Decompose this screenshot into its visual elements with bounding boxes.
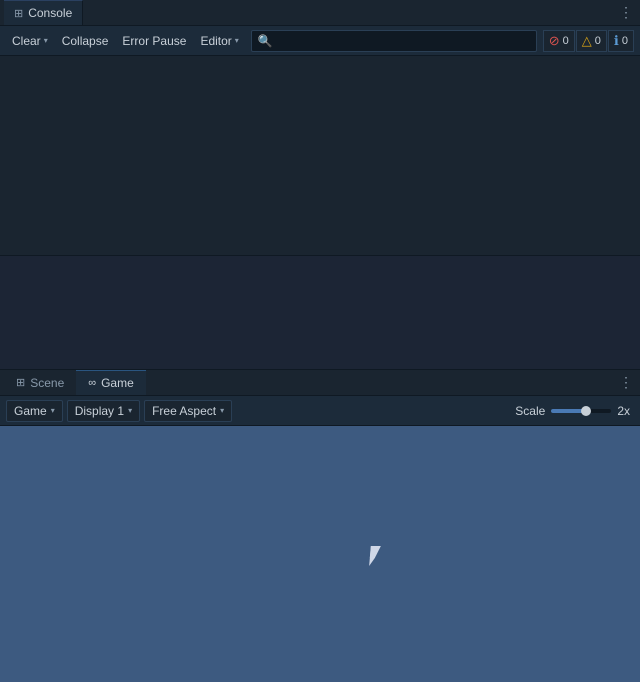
error-count: 0	[563, 35, 569, 47]
editor-button[interactable]: Editor ▾	[194, 30, 244, 52]
scale-slider[interactable]	[551, 409, 611, 413]
scale-text: Scale	[515, 404, 545, 418]
search-input[interactable]	[277, 34, 530, 48]
aspect-label: Free Aspect	[152, 404, 216, 418]
badge-group: ⊘ 0 △ 0 ℹ 0	[543, 30, 634, 52]
search-box[interactable]: 🔍	[251, 30, 537, 52]
console-tab-label: Console	[28, 6, 72, 20]
editor-dropdown-arrow: ▾	[235, 36, 239, 45]
mouse-cursor	[370, 546, 386, 566]
console-more-button[interactable]: ⋮	[616, 3, 636, 23]
aspect-dropdown-arrow: ▾	[220, 406, 224, 415]
warn-count: 0	[595, 35, 601, 47]
scene-tab[interactable]: ⊞ Scene	[4, 370, 76, 395]
game-scene-panel: ⊞ Scene ∞ Game ⋮ Game ▾ Display 1 ▾ Free…	[0, 370, 640, 682]
clear-button[interactable]: Clear ▾	[6, 30, 54, 52]
game-tab[interactable]: ∞ Game	[76, 370, 146, 395]
game-tab-label: Game	[101, 376, 134, 390]
game-label: Game	[14, 404, 47, 418]
panel-tab-bar: ⊞ Scene ∞ Game ⋮	[0, 370, 640, 396]
console-panel: ⊞ Console ⋮ Clear ▾ Collapse Error Pause…	[0, 0, 640, 370]
console-content	[0, 56, 640, 369]
game-toolbar: Game ▾ Display 1 ▾ Free Aspect ▾ Scale 2…	[0, 396, 640, 426]
console-upper-area	[0, 56, 640, 256]
console-toolbar: Clear ▾ Collapse Error Pause Editor ▾ 🔍 …	[0, 26, 640, 56]
game-viewport	[0, 426, 640, 682]
game-dropdown[interactable]: Game ▾	[6, 400, 63, 422]
warn-icon: △	[582, 33, 592, 49]
console-tab-bar: ⊞ Console ⋮	[0, 0, 640, 26]
error-pause-button[interactable]: Error Pause	[116, 30, 192, 52]
game-dropdown-arrow: ▾	[51, 406, 55, 415]
display-label: Display 1	[75, 404, 124, 418]
scene-grid-icon: ⊞	[16, 376, 25, 389]
info-icon: ℹ	[614, 33, 619, 49]
display-dropdown[interactable]: Display 1 ▾	[67, 400, 140, 422]
error-icon: ⊘	[549, 33, 560, 49]
scale-value: 2x	[617, 404, 630, 418]
scene-tab-label: Scene	[30, 376, 64, 390]
clear-dropdown-arrow: ▾	[44, 36, 48, 45]
info-badge-button[interactable]: ℹ 0	[608, 30, 634, 52]
search-icon: 🔍	[258, 34, 273, 48]
collapse-button[interactable]: Collapse	[56, 30, 115, 52]
scale-control: Scale 2x	[515, 404, 634, 418]
game-controller-icon: ∞	[88, 377, 96, 389]
console-grid-icon: ⊞	[14, 7, 23, 20]
error-badge-button[interactable]: ⊘ 0	[543, 30, 575, 52]
info-count: 0	[622, 35, 628, 47]
console-tab[interactable]: ⊞ Console	[4, 0, 83, 25]
display-dropdown-arrow: ▾	[128, 406, 132, 415]
console-lower-area	[0, 256, 640, 369]
scale-slider-thumb	[581, 406, 591, 416]
warn-badge-button[interactable]: △ 0	[576, 30, 607, 52]
aspect-dropdown[interactable]: Free Aspect ▾	[144, 400, 232, 422]
panel-more-button[interactable]: ⋮	[616, 373, 636, 393]
